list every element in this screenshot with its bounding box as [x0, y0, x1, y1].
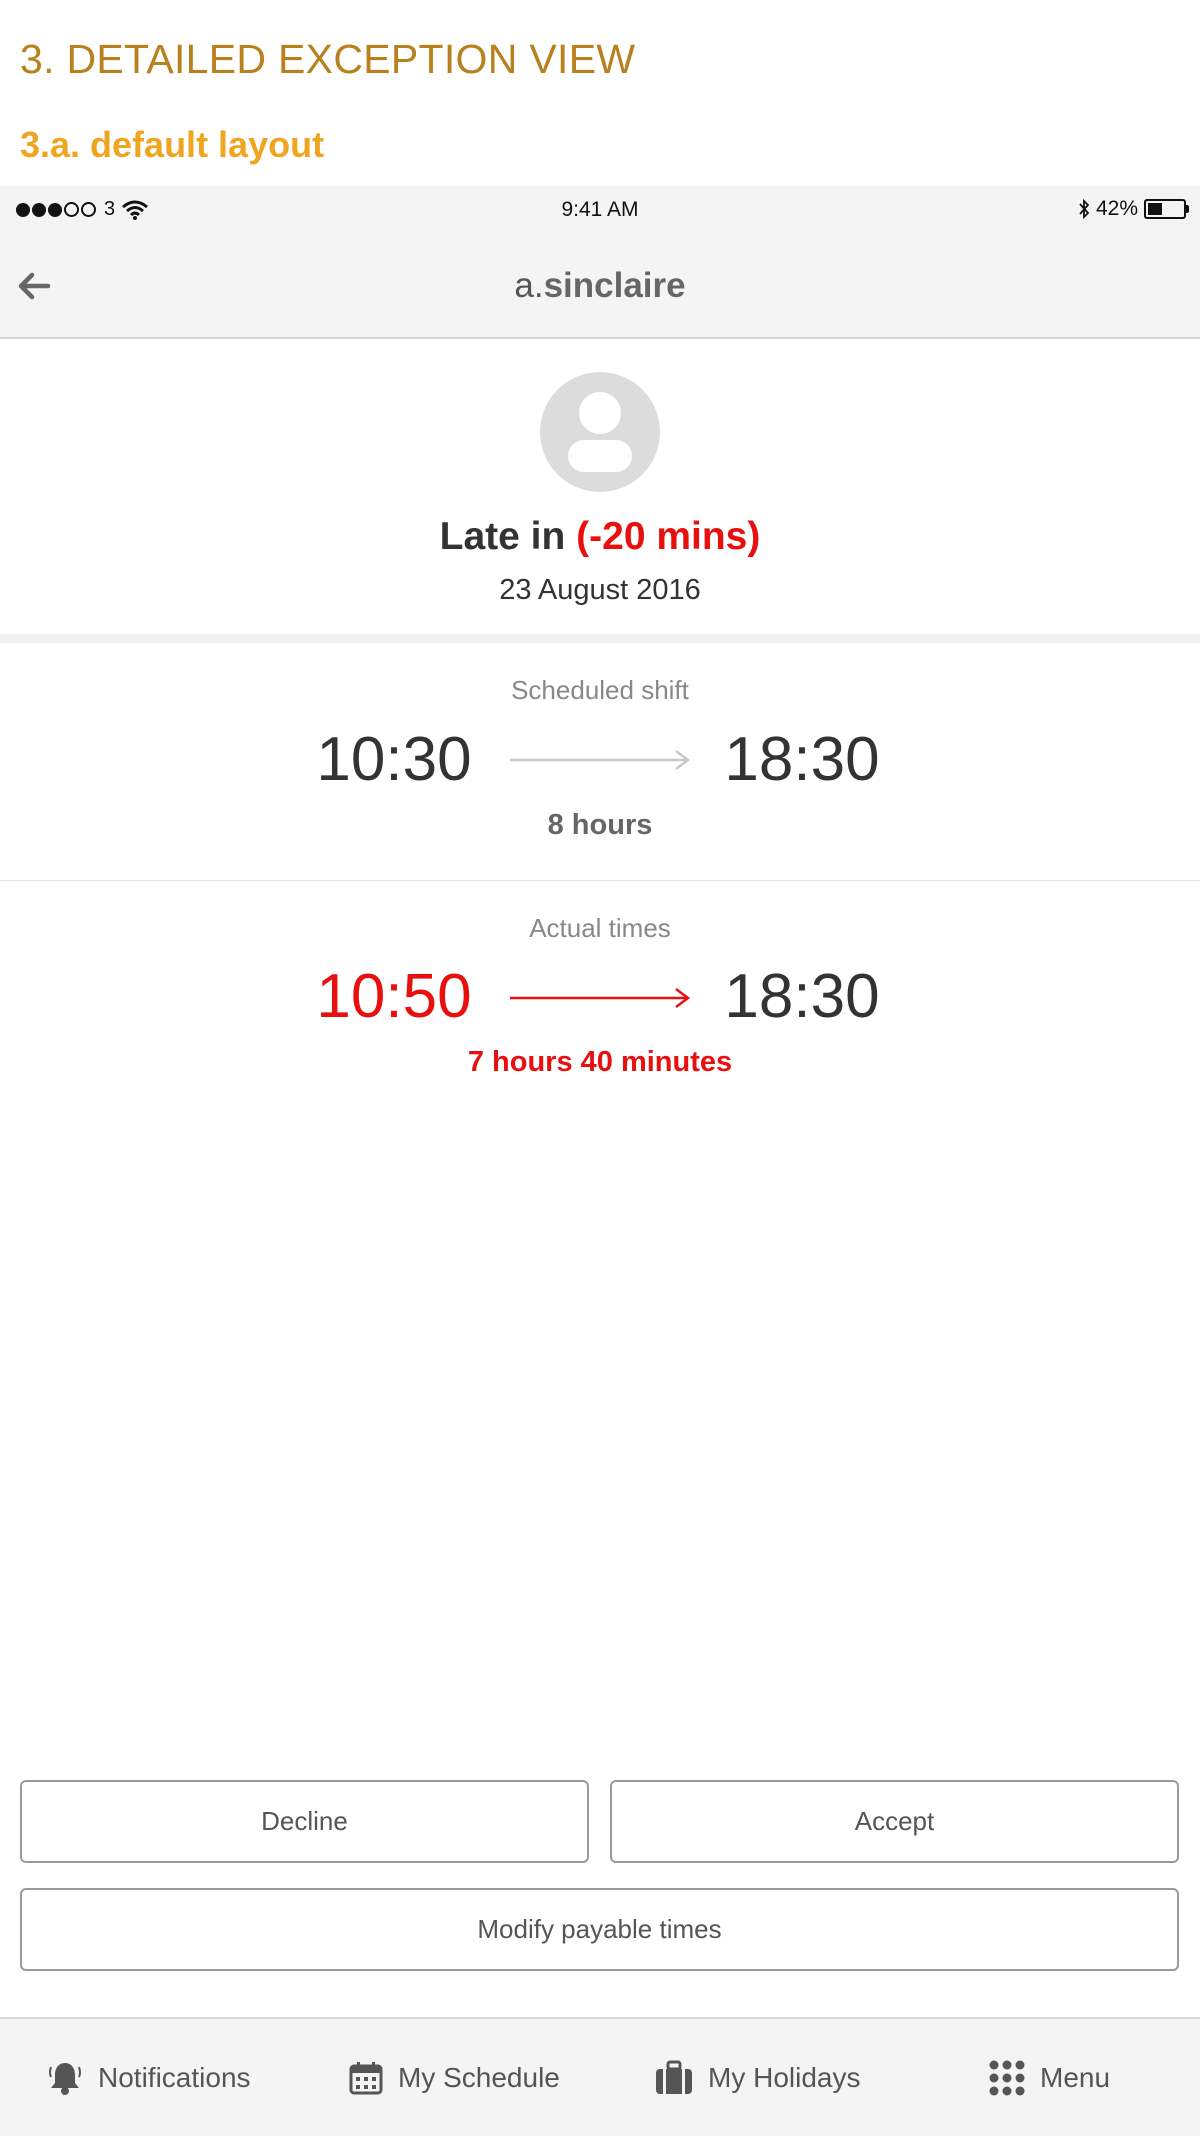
- exception-date: 23 August 2016: [499, 574, 701, 606]
- tab-my-holidays[interactable]: My Holidays: [654, 2019, 860, 2136]
- scheduled-duration: 8 hours: [547, 809, 653, 841]
- tab-label: Notifications: [98, 2061, 251, 2093]
- logo-prefix: a.: [514, 266, 544, 305]
- grid-dots-icon: [989, 2060, 1025, 2095]
- phone-screen: 3 9:41 AM 42% a.sinclaire Late in (-20 m…: [0, 186, 1200, 2136]
- accept-button[interactable]: Accept: [610, 1780, 1179, 1863]
- arrow-right-icon: [510, 988, 691, 1008]
- battery-icon: [1144, 199, 1189, 219]
- app-logo: a.sinclaire: [0, 266, 1200, 306]
- tab-my-schedule[interactable]: My Schedule: [348, 2019, 560, 2136]
- battery-fill: [1148, 203, 1162, 215]
- document-subheading: 3.a. default layout: [20, 124, 325, 165]
- calendar-icon: [349, 2061, 383, 2094]
- arrow-right-icon: [510, 750, 691, 770]
- tab-label: Menu: [1040, 2061, 1111, 2093]
- actual-times-section: Actual times 10:50 18:30 7 hours 40 minu…: [0, 881, 1200, 1121]
- document-heading: 3. DETAILED EXCEPTION VIEW: [20, 36, 636, 82]
- actual-duration: 7 hours 40 minutes: [467, 1046, 733, 1078]
- actual-times-label: Actual times: [529, 913, 671, 943]
- exception-delta: (-20 mins): [576, 515, 761, 558]
- navigation-bar: a.sinclaire: [0, 236, 1200, 339]
- logo-brand: sinclaire: [543, 266, 686, 305]
- exception-header: Late in (-20 mins) 23 August 2016: [0, 339, 1200, 634]
- tab-label: My Holidays: [708, 2061, 861, 2093]
- actual-end-time: 18:30: [724, 962, 880, 1031]
- scheduled-shift-label: Scheduled shift: [511, 675, 689, 705]
- tab-notifications[interactable]: Notifications: [46, 2019, 251, 2136]
- battery-status: 42%: [1078, 197, 1189, 221]
- exception-type: Late in: [439, 515, 566, 558]
- status-time: 9:41 AM: [561, 198, 639, 221]
- battery-percent: 42%: [1095, 197, 1138, 220]
- section-divider: [0, 634, 1200, 643]
- status-bar: 3 9:41 AM 42%: [0, 186, 1200, 236]
- tab-label: My Schedule: [398, 2061, 560, 2093]
- scheduled-start-time: 10:30: [316, 725, 472, 794]
- scheduled-shift-section: Scheduled shift 10:30 18:30 8 hours: [0, 643, 1200, 880]
- decline-button[interactable]: Decline: [20, 1780, 589, 1863]
- tab-menu[interactable]: Menu: [988, 2019, 1110, 2136]
- suitcase-icon: [656, 2060, 692, 2094]
- exception-title: Late in (-20 mins): [0, 515, 1200, 559]
- scheduled-end-time: 18:30: [724, 725, 880, 794]
- actual-start-time: 10:50: [316, 962, 472, 1031]
- user-placeholder-icon: [540, 372, 660, 492]
- tab-bar: Notifications My Schedule My Holidays Me…: [0, 2017, 1200, 2136]
- bluetooth-icon: [1079, 199, 1090, 219]
- modify-payable-times-button[interactable]: Modify payable times: [20, 1888, 1179, 1971]
- bell-icon: [49, 2062, 81, 2095]
